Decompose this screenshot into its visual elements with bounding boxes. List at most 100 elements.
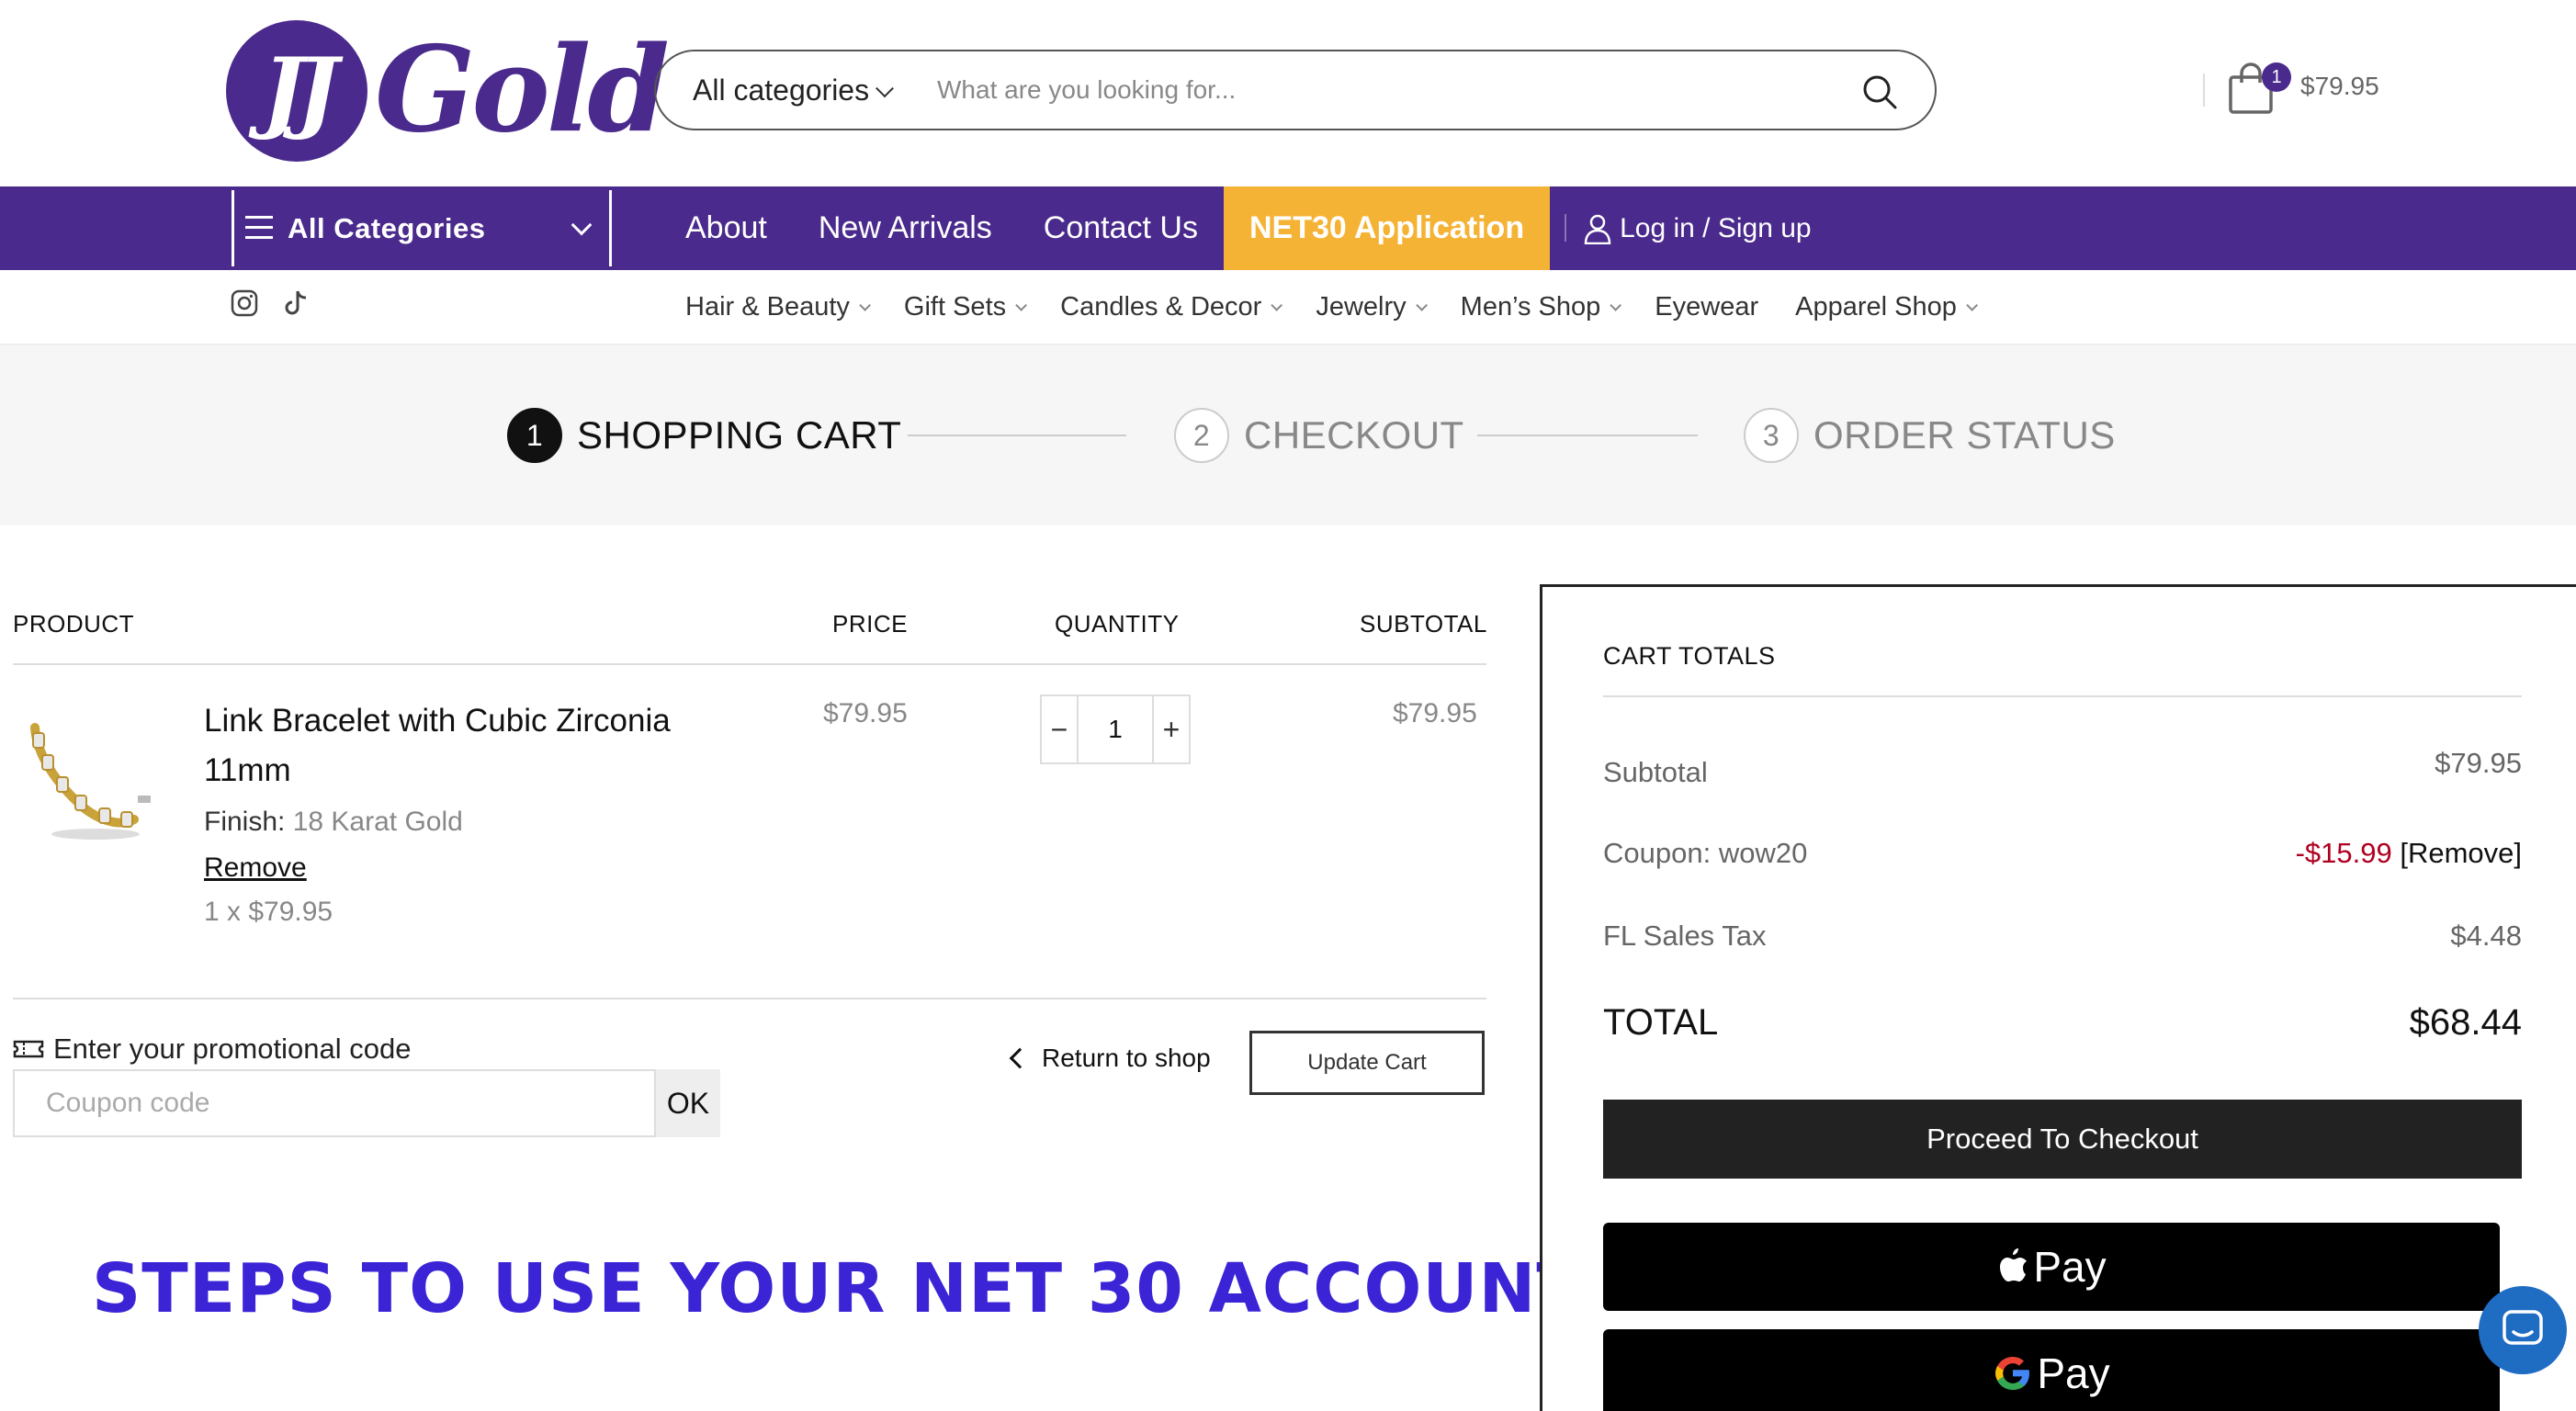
category-label: Gift Sets xyxy=(903,291,1007,322)
table-divider xyxy=(13,998,1486,999)
tax-value: $4.48 xyxy=(2450,920,2522,952)
update-cart-button[interactable]: Update Cart xyxy=(1249,1031,1485,1095)
login-signup-link[interactable]: Log in / Sign up xyxy=(1583,186,1812,270)
promo-code-label: Enter your promotional code xyxy=(13,1033,411,1066)
google-pay-label: Pay xyxy=(2037,1349,2110,1397)
nav-net30-application[interactable]: NET30 Application xyxy=(1223,186,1551,270)
coupon-value-group: -$15.99 [Remove] xyxy=(2296,837,2522,870)
product-thumbnail[interactable] xyxy=(20,700,158,847)
category-hair-beauty[interactable]: Hair & Beauty xyxy=(685,291,871,322)
chevron-down-icon xyxy=(859,299,871,311)
tiktok-icon[interactable] xyxy=(281,288,311,318)
search-category-label: All categories xyxy=(693,73,870,107)
nav-separator xyxy=(1565,214,1567,242)
step-connector xyxy=(908,435,1126,436)
subtotal-label: Subtotal xyxy=(1603,756,1708,788)
chevron-down-icon xyxy=(1610,299,1622,311)
step-label: SHOPPING CART xyxy=(577,413,902,457)
coupon-label: Coupon: wow20 xyxy=(1603,837,1808,869)
chevron-down-icon xyxy=(1015,299,1028,311)
step-number: 1 xyxy=(507,408,562,463)
instagram-icon[interactable] xyxy=(230,288,259,318)
apple-logo-icon xyxy=(2000,1248,2028,1281)
item-subtotal: $79.95 xyxy=(1393,698,1477,728)
return-to-shop-link[interactable]: Return to shop xyxy=(1009,1044,1211,1073)
proceed-to-checkout-button[interactable]: Proceed To Checkout xyxy=(1603,1100,2522,1179)
google-pay-button[interactable]: Pay xyxy=(1603,1329,2500,1411)
category-candles-decor[interactable]: Candles & Decor xyxy=(1060,291,1283,322)
totals-tax-row: FL Sales Tax $4.48 xyxy=(1603,920,2522,953)
total-label: TOTAL xyxy=(1603,1002,1719,1043)
chevron-down-icon xyxy=(1271,299,1283,311)
chevron-down-icon xyxy=(1415,299,1428,311)
nav-new-arrivals[interactable]: New Arrivals xyxy=(793,186,1018,270)
apply-coupon-button[interactable]: OK xyxy=(656,1069,720,1137)
coupon-discount: -$15.99 xyxy=(2295,837,2392,869)
column-header-product: PRODUCT xyxy=(13,610,135,638)
search-bar: All categories xyxy=(654,50,1937,130)
logo-wordmark: Gold xyxy=(375,21,670,159)
chat-icon xyxy=(2503,1310,2543,1345)
item-quantity-price: 1 x $79.95 xyxy=(204,897,333,927)
google-logo-icon xyxy=(1995,1357,2030,1390)
header-divider xyxy=(2203,73,2205,107)
step-shopping-cart: 1 SHOPPING CART xyxy=(507,408,901,463)
all-categories-menu[interactable]: All Categories xyxy=(232,190,612,266)
search-icon[interactable] xyxy=(1861,73,1898,110)
product-name[interactable]: Link Bracelet with Cubic Zirconia 11mm xyxy=(204,696,755,796)
net30-banner-heading: STEPS TO USE YOUR NET 30 ACCOUNT xyxy=(92,1249,1584,1328)
chevron-down-icon xyxy=(571,214,593,236)
totals-divider xyxy=(1603,695,2522,697)
chevron-down-icon xyxy=(1966,299,1978,311)
remove-item-link[interactable]: Remove xyxy=(204,852,307,884)
quantity-decrement-button[interactable]: − xyxy=(1042,696,1077,762)
finish-value: 18 Karat Gold xyxy=(292,807,463,837)
quantity-stepper: − 1 + xyxy=(1040,694,1191,764)
nav-links: About New Arrivals Contact Us NET30 Appl… xyxy=(660,186,1812,270)
category-eyewear[interactable]: Eyewear xyxy=(1655,292,1758,322)
category-gift-sets[interactable]: Gift Sets xyxy=(903,291,1028,322)
finish-label: Finish: xyxy=(204,807,286,837)
coupon-code-input[interactable] xyxy=(13,1069,656,1137)
table-divider xyxy=(13,663,1486,665)
step-label: ORDER STATUS xyxy=(1813,413,2116,457)
promo-code-text: Enter your promotional code xyxy=(53,1033,412,1065)
category-jewelry[interactable]: Jewelry xyxy=(1316,292,1428,322)
totals-total-row: TOTAL $68.44 xyxy=(1603,1002,2522,1044)
nav-about[interactable]: About xyxy=(660,186,793,270)
chevron-down-icon xyxy=(876,79,894,98)
user-icon xyxy=(1584,214,1611,244)
apple-pay-button[interactable]: Pay xyxy=(1603,1223,2500,1311)
cart-count-badge: 1 xyxy=(2262,62,2291,92)
tax-label: FL Sales Tax xyxy=(1603,920,1767,952)
site-logo[interactable]: JJ Gold xyxy=(226,17,670,164)
quantity-input[interactable]: 1 xyxy=(1077,696,1154,762)
logo-monogram: JJ xyxy=(262,39,339,142)
step-connector xyxy=(1477,435,1698,436)
column-header-subtotal: SUBTOTAL xyxy=(1360,610,1487,638)
category-mens-shop[interactable]: Men’s Shop xyxy=(1461,292,1622,322)
hamburger-icon xyxy=(245,216,273,240)
live-chat-button[interactable] xyxy=(2479,1286,2567,1374)
checkout-steps: 1 SHOPPING CART 2 CHECKOUT 3 ORDER STATU… xyxy=(0,345,2576,525)
search-category-dropdown[interactable]: All categories xyxy=(693,51,894,129)
category-apparel-shop[interactable]: Apparel Shop xyxy=(1795,292,1978,322)
subtotal-value: $79.95 xyxy=(2435,747,2522,779)
totals-subtotal-row: Subtotal $79.95 xyxy=(1603,747,2522,789)
ticket-icon xyxy=(13,1040,44,1058)
column-header-quantity: QUANTITY xyxy=(1055,610,1180,638)
cart-amount[interactable]: $79.95 xyxy=(2300,72,2379,101)
search-input[interactable] xyxy=(937,64,1837,116)
quantity-increment-button[interactable]: + xyxy=(1154,696,1189,762)
remove-coupon-link[interactable]: [Remove] xyxy=(2400,837,2522,869)
step-label: CHECKOUT xyxy=(1244,413,1464,457)
main-nav: All Categories About New Arrivals Contac… xyxy=(0,186,2576,270)
category-label: Candles & Decor xyxy=(1060,291,1262,322)
step-order-status: 3 ORDER STATUS xyxy=(1744,408,2116,463)
nav-contact-us[interactable]: Contact Us xyxy=(1018,186,1224,270)
product-finish: Finish: 18 Karat Gold xyxy=(204,807,463,838)
column-header-price: PRICE xyxy=(832,610,908,638)
category-label: Hair & Beauty xyxy=(685,291,850,322)
item-price: $79.95 xyxy=(823,698,908,728)
chevron-left-icon xyxy=(1009,1047,1031,1069)
